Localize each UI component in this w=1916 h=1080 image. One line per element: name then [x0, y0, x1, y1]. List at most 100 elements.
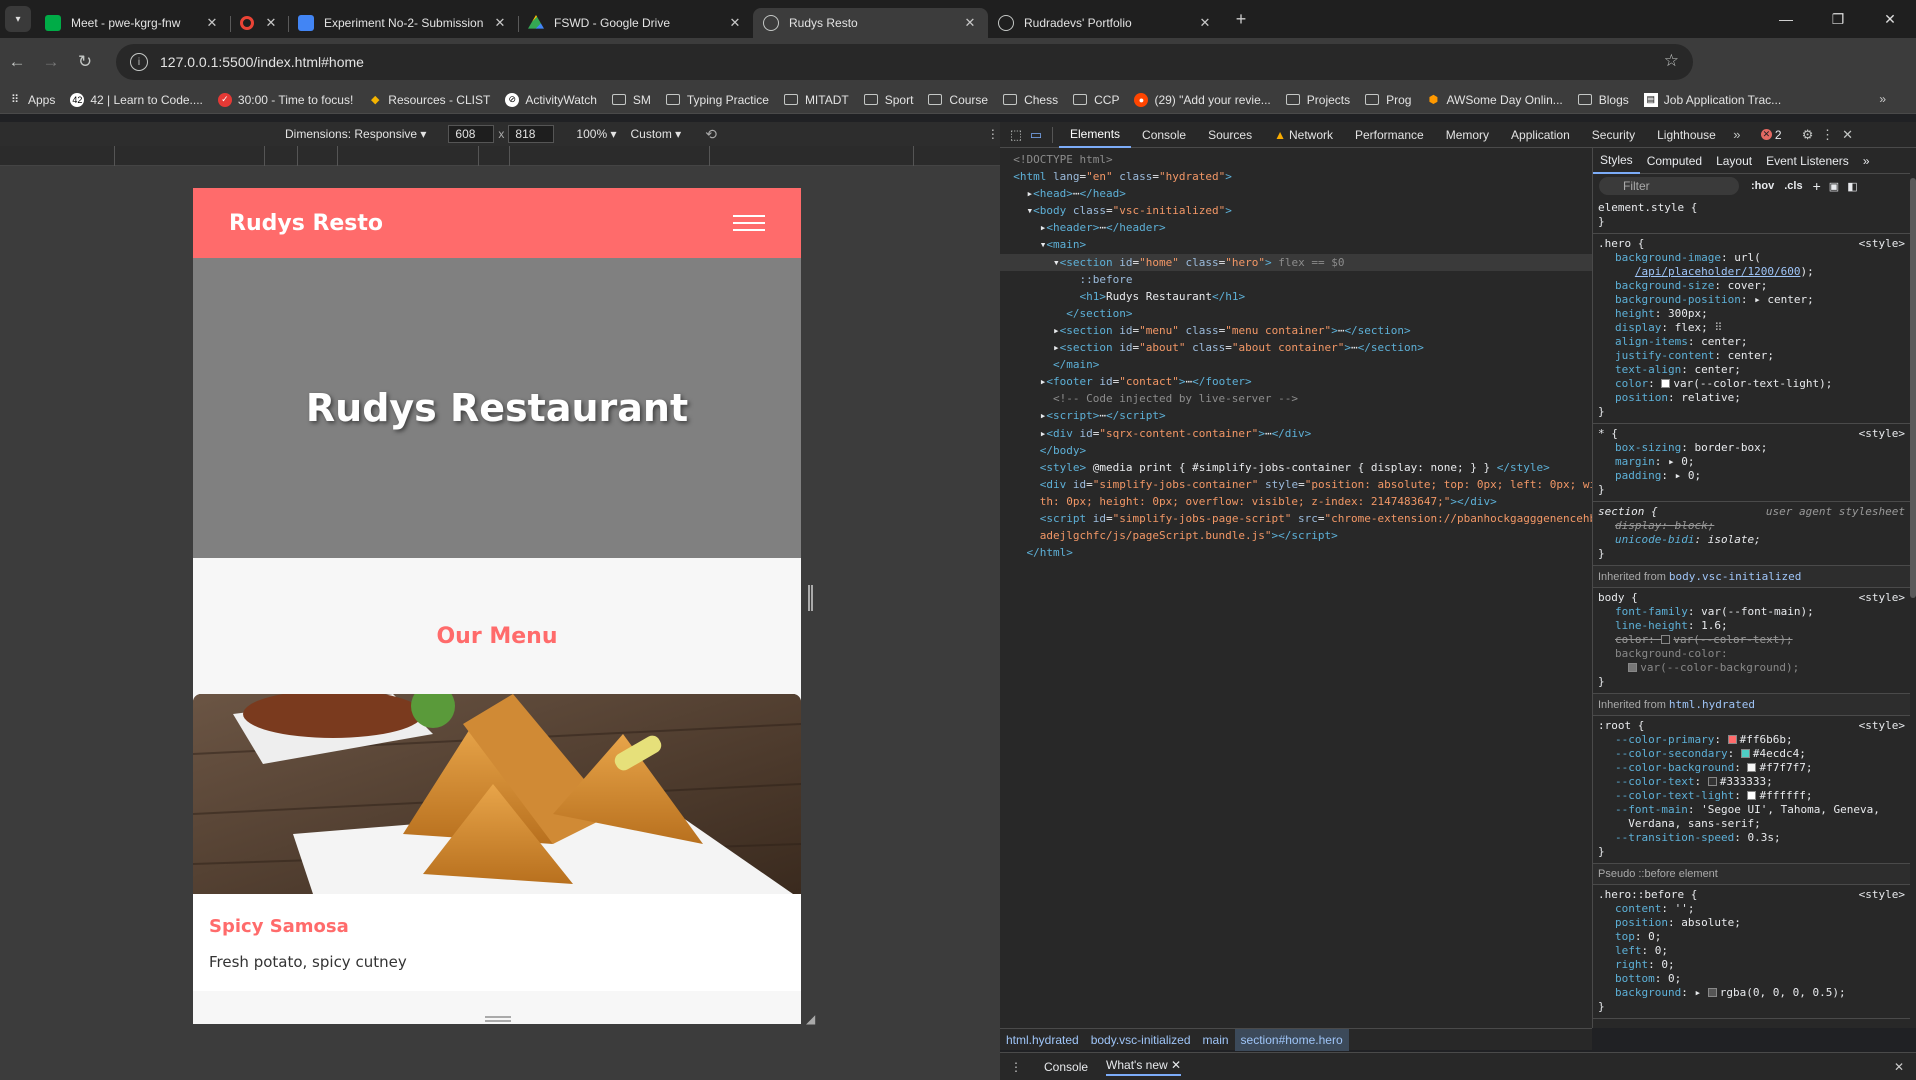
dom-node-line[interactable]: <h1>Rudys Restaurant</h1>: [1000, 288, 1592, 305]
site-logo[interactable]: Rudys Resto: [229, 211, 383, 236]
close-drawer-icon[interactable]: ✕: [1894, 1060, 1904, 1074]
dom-node-line[interactable]: ▾<main>: [1000, 236, 1592, 253]
drawer-tab-console[interactable]: Console: [1044, 1060, 1088, 1074]
tab-experiment[interactable]: Experiment No-2- Submission ✕: [288, 8, 519, 38]
new-tab-button[interactable]: +: [1227, 9, 1255, 30]
dom-node-line[interactable]: th: 0px; height: 0px; overflow: visible;…: [1000, 493, 1592, 510]
bookmark-folder[interactable]: SM: [611, 93, 651, 107]
subtab-styles[interactable]: Styles: [1593, 148, 1640, 174]
crumb-body[interactable]: body.vsc-initialized: [1085, 1029, 1197, 1051]
dom-node-line[interactable]: </body>: [1000, 442, 1592, 459]
tab-meet[interactable]: Meet - pwe-kgrg-fnw ✕: [35, 8, 231, 38]
bookmark-folder[interactable]: CCP: [1073, 93, 1119, 107]
close-icon[interactable]: ✕: [962, 15, 978, 31]
subtab-layout[interactable]: Layout: [1709, 148, 1759, 174]
bookmark-item[interactable]: ⊘ ActivityWatch: [505, 92, 597, 107]
close-window-icon[interactable]: ✕: [1864, 0, 1916, 38]
back-button[interactable]: ←: [0, 52, 34, 72]
rule-universal[interactable]: * {<style> box-sizing: border-box; margi…: [1593, 424, 1910, 502]
bookmark-item[interactable]: ● (29) "Add your revie...: [1134, 92, 1271, 107]
dom-node-line[interactable]: ▸<div id="sqrx-content-container">⋯</div…: [1000, 425, 1592, 442]
tab-network[interactable]: ▲ Network: [1263, 122, 1344, 148]
close-icon[interactable]: ✕: [264, 15, 278, 31]
device-toggle-icon[interactable]: ▭: [1026, 127, 1046, 143]
bookmark-folder[interactable]: Blogs: [1577, 93, 1629, 107]
device-more-icon[interactable]: ⋮: [987, 127, 999, 141]
dom-node-line[interactable]: ▸<header>⋯</header>: [1000, 219, 1592, 236]
bookmark-item[interactable]: ◆ Resources - CLIST: [368, 93, 490, 107]
close-icon[interactable]: ✕: [204, 15, 220, 31]
url-text[interactable]: 127.0.0.1:5500/index.html#home: [160, 54, 364, 70]
drawer-menu-icon[interactable]: ⋮: [1010, 1060, 1022, 1074]
close-icon[interactable]: ✕: [1171, 1058, 1181, 1072]
bookmark-folder[interactable]: Chess: [1003, 93, 1058, 107]
rule-section-ua[interactable]: section {user agent stylesheet display: …: [1593, 502, 1910, 566]
bookmark-folder[interactable]: MITADT: [783, 93, 849, 107]
dom-node-line[interactable]: <html lang="en" class="hydrated">: [1000, 168, 1592, 185]
bookmark-item[interactable]: 42 42 | Learn to Code....: [70, 92, 203, 107]
bookmark-item[interactable]: ⬢ AWSome Day Onlin...: [1426, 93, 1563, 107]
element-state-icon[interactable]: ▣: [1829, 180, 1839, 193]
bookmark-folder[interactable]: Projects: [1285, 93, 1350, 107]
tab-security[interactable]: Security: [1581, 122, 1646, 148]
tab-performance[interactable]: Performance: [1344, 122, 1435, 148]
close-icon[interactable]: ✕: [492, 15, 508, 31]
hov-toggle[interactable]: :hov: [1751, 180, 1774, 192]
filter-input[interactable]: Filter: [1599, 177, 1739, 195]
tab-console[interactable]: Console: [1131, 122, 1197, 148]
dom-node-line[interactable]: <!-- Code injected by live-server -->: [1000, 390, 1592, 407]
tab-memory[interactable]: Memory: [1435, 122, 1500, 148]
rule-element-style[interactable]: element.style {}: [1593, 198, 1910, 234]
dom-node-line[interactable]: adejlgchfc/js/pageScript.bundle.js"></sc…: [1000, 527, 1592, 544]
bookmark-folder[interactable]: Typing Practice: [665, 93, 769, 107]
bookmark-folder[interactable]: Prog: [1365, 93, 1411, 107]
tab-google-drive[interactable]: FSWD - Google Drive ✕: [518, 8, 753, 38]
tab-lighthouse[interactable]: Lighthouse: [1646, 122, 1727, 148]
drawer-tab-whats-new[interactable]: What's new ✕: [1106, 1058, 1182, 1076]
dom-node-line[interactable]: ::before: [1000, 271, 1592, 288]
bookmark-folder[interactable]: Sport: [863, 93, 913, 107]
new-rule-icon[interactable]: +: [1813, 178, 1821, 194]
tab-recording[interactable]: ✕: [230, 8, 289, 38]
crumb-section[interactable]: section#home.hero: [1234, 1028, 1349, 1051]
dom-node-line[interactable]: ▸<footer id="contact">⋯</footer>: [1000, 373, 1592, 390]
bookmark-item[interactable]: ▤ Job Application Trac...: [1643, 92, 1781, 107]
bookmark-item[interactable]: ✓ 30:00 - Time to focus!: [217, 92, 353, 107]
dom-node-line[interactable]: </main>: [1000, 356, 1592, 373]
error-badge[interactable]: ✕ 2: [1760, 128, 1782, 142]
tab-rudys-resto[interactable]: Rudys Resto ✕: [753, 8, 988, 38]
rotate-icon[interactable]: ⟲: [705, 126, 717, 143]
more-bookmarks-icon[interactable]: »: [1879, 92, 1886, 106]
more-subtabs-icon[interactable]: »: [1856, 148, 1877, 174]
dom-node-line[interactable]: </section>: [1000, 305, 1592, 322]
more-tabs-icon[interactable]: »: [1727, 127, 1747, 142]
rule-hero[interactable]: .hero {<style> background-image: url( /a…: [1593, 234, 1910, 424]
sidebar-toggle-icon[interactable]: ◧: [1847, 180, 1857, 193]
dimensions-dropdown[interactable]: Dimensions: Responsive ▾: [285, 127, 426, 141]
settings-gear-icon[interactable]: ⚙: [1798, 127, 1818, 143]
crumb-html[interactable]: html.hydrated: [1000, 1029, 1085, 1051]
dom-node-line[interactable]: ▸<script>⋯</script>: [1000, 407, 1592, 424]
menu-card[interactable]: Spicy Samosa Fresh potato, spicy cutney: [193, 694, 801, 991]
dom-node-line[interactable]: <script id="simplify-jobs-page-script" s…: [1000, 510, 1592, 527]
tab-sources[interactable]: Sources: [1197, 122, 1263, 148]
zoom-dropdown[interactable]: 100% ▾: [576, 127, 616, 141]
bookmark-folder[interactable]: Course: [928, 93, 988, 107]
dom-node-line[interactable]: ▸<section id="menu" class="menu containe…: [1000, 322, 1592, 339]
close-devtools-icon[interactable]: ✕: [1838, 127, 1858, 143]
throttle-dropdown[interactable]: Custom ▾: [630, 127, 681, 141]
close-icon[interactable]: ✕: [1197, 15, 1213, 31]
resize-handle-corner[interactable]: ◢: [806, 1012, 815, 1026]
inspect-element-icon[interactable]: ⬚: [1006, 127, 1026, 143]
cls-toggle[interactable]: .cls: [1784, 180, 1802, 192]
rule-hero-before[interactable]: .hero::before {<style> content: ''; posi…: [1593, 885, 1910, 1019]
resize-handle-right[interactable]: [808, 585, 813, 611]
forward-button[interactable]: →: [34, 52, 68, 72]
tab-application[interactable]: Application: [1500, 122, 1581, 148]
dom-node-line[interactable]: ▾<body class="vsc-initialized">: [1000, 202, 1592, 219]
dom-node-line[interactable]: ▸<section id="about" class="about contai…: [1000, 339, 1592, 356]
tab-search-button[interactable]: ▾: [5, 6, 31, 32]
bookmark-apps[interactable]: ⠿ Apps: [8, 93, 55, 107]
dom-node-line[interactable]: </html>: [1000, 544, 1592, 561]
subtab-computed[interactable]: Computed: [1640, 148, 1709, 174]
